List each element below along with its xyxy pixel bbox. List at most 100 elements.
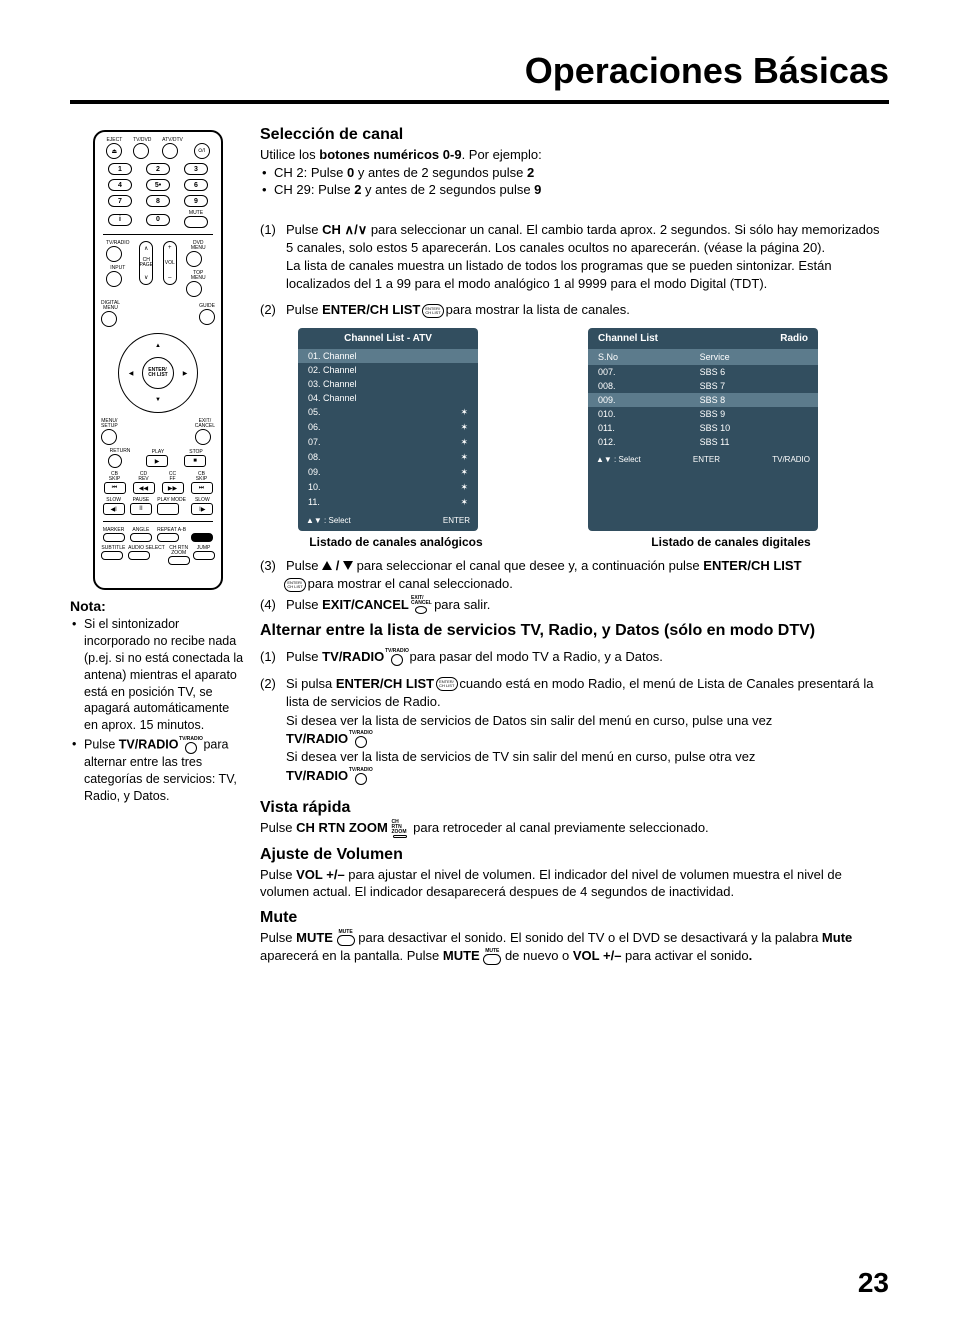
enter-icon: ENTER/CH LIST <box>424 302 442 320</box>
jump-button <box>193 551 215 560</box>
label-topmenu: TOP MENU <box>186 271 210 281</box>
step-2: (2) Pulse ENTER/CH LIST ENTER/CH LIST pa… <box>260 301 889 320</box>
osd-captions: Listado de canales analógicos Listado de… <box>296 535 889 549</box>
num-6: 6 <box>184 179 208 191</box>
ch-up-icon: ∧ <box>345 222 355 237</box>
label-eject: EJECT <box>106 138 122 143</box>
topmenu-button <box>186 281 202 297</box>
eject-button: ⏏ <box>106 143 122 159</box>
play-button: ▶ <box>146 455 168 467</box>
up-icon <box>322 561 332 570</box>
nav-down: ▼ <box>150 392 166 408</box>
mute-button <box>184 216 208 228</box>
example-list: CH 2: Pulse 0 y antes de 2 segundos puls… <box>260 164 889 199</box>
table-row: 007.SBS 6 <box>588 365 818 379</box>
slow-fwd-button: I▶ <box>191 503 213 515</box>
nota-list: Si el sintonizador incorporado no recibe… <box>70 616 246 805</box>
label-tvdvd: TV/DVD <box>133 138 151 143</box>
table-row: 08.✶ <box>298 450 478 465</box>
table-row: 03. Channel <box>298 377 478 391</box>
volumen-para: Pulse VOL +/– para ajustar el nivel de v… <box>260 866 889 901</box>
power-button: ⭘/I <box>194 143 210 159</box>
marker-button <box>103 533 125 542</box>
num-3: 3 <box>184 163 208 175</box>
down-icon <box>343 561 353 570</box>
left-column: EJECT⏏ TV/DVD ATV/DTV ⭘/I 123 45•6 789 i… <box>70 126 260 966</box>
ch-down-icon: ∨ <box>358 222 371 237</box>
vista-para: Pulse CH RTN ZOOM CH RTNZOOM para retroc… <box>260 819 889 838</box>
enter-chlist-button: ENTER/ CH LIST <box>142 357 174 389</box>
tvradio-button <box>106 246 122 262</box>
num-0: 0 <box>146 214 170 226</box>
nota-item-1: Si el sintonizador incorporado no recibe… <box>70 616 246 734</box>
table-row: 10.✶ <box>298 480 478 495</box>
heading-mute: Mute <box>260 909 889 927</box>
label-menu: MENU/ SETUP <box>101 419 118 429</box>
table-row: 012.SBS 11 <box>588 435 818 449</box>
label-return: RETURN <box>108 449 132 454</box>
repeat-button <box>157 533 179 542</box>
num-2: 2 <box>146 163 170 175</box>
table-row: 02. Channel <box>298 363 478 377</box>
digitalmenu-button <box>101 311 117 327</box>
info-button: i <box>108 214 132 226</box>
example-1: CH 2: Pulse 0 y antes de 2 segundos puls… <box>260 164 889 182</box>
page: Operaciones Básicas EJECT⏏ TV/DVD ATV/DT… <box>0 0 954 1335</box>
input-button <box>106 271 122 287</box>
ff-button: ▶▶ <box>162 482 184 494</box>
caption-analog: Listado de canales analógicos <box>296 535 496 549</box>
enter-icon: ENTER/CH LIST <box>286 576 304 594</box>
num-1: 1 <box>108 163 132 175</box>
nav-up: ▲ <box>150 338 166 354</box>
chrtn-icon: CH RTNZOOM <box>391 820 409 838</box>
nav-left: ◀ <box>123 365 139 381</box>
osd-digital-table: S.NoService 007.SBS 6 008.SBS 7 009.SBS … <box>588 349 818 449</box>
page-number: 23 <box>858 1267 889 1299</box>
ch-page-rocker: ∧CH PAGE∨ <box>139 241 153 285</box>
alt-step-1: (1) Pulse TV/RADIO TV/RADIO para pasar d… <box>260 648 889 667</box>
table-row: 010.SBS 9 <box>588 407 818 421</box>
step-3: (3) Pulse / para seleccionar el canal qu… <box>260 557 889 594</box>
tvradio-icon: TV/RADIO <box>352 767 370 785</box>
label-digitalmenu: DIGITAL MENU <box>101 301 120 311</box>
num-8: 8 <box>146 195 170 207</box>
osd-analog: Channel List - ATV 01. Channel 02. Chann… <box>298 328 478 531</box>
num-7: 7 <box>108 195 132 207</box>
heading-vista: Vista rápida <box>260 799 889 817</box>
osd-row: Channel List - ATV 01. Channel 02. Chann… <box>298 328 889 531</box>
angle-button <box>130 533 152 542</box>
label-atvdtv: ATV/DTV <box>162 138 183 143</box>
osd-digital: Channel List Radio S.NoService 007.SBS 6… <box>588 328 818 531</box>
menu-button <box>101 429 117 445</box>
rev-button: ◀◀ <box>133 482 155 494</box>
table-row: 07.✶ <box>298 435 478 450</box>
blank-button <box>191 533 213 542</box>
table-row: 009.SBS 8 <box>588 393 818 407</box>
return-button <box>108 454 122 468</box>
slow-rev-button: ◀I <box>103 503 125 515</box>
mute-para: Pulse MUTE MUTE para desactivar el sonid… <box>260 929 889 966</box>
nota-heading: Nota: <box>70 598 246 614</box>
remote-illustration: EJECT⏏ TV/DVD ATV/DTV ⭘/I 123 45•6 789 i… <box>93 130 223 590</box>
chrtn-button <box>168 556 190 565</box>
table-row: 01. Channel <box>298 349 478 363</box>
mute-icon: MUTE <box>483 948 501 966</box>
columns: EJECT⏏ TV/DVD ATV/DTV ⭘/I 123 45•6 789 i… <box>70 126 889 966</box>
label-tvradio: TV/RADIO <box>106 241 130 246</box>
label-dvdmenu: DVD MENU <box>186 241 210 251</box>
stop-button: ■ <box>184 455 206 467</box>
exit-icon: EXIT/CANCEL <box>412 596 430 614</box>
osd-analog-table: 01. Channel 02. Channel 03. Channel 04. … <box>298 349 478 510</box>
page-title: Operaciones Básicas <box>70 50 889 104</box>
table-row: 06.✶ <box>298 420 478 435</box>
label-guide: GUIDE <box>199 304 215 309</box>
tvdvd-button <box>133 143 149 159</box>
pause-button: II <box>130 503 152 515</box>
playmode-button <box>157 503 179 515</box>
guide-button <box>199 309 215 325</box>
label-input: INPUT <box>106 266 130 271</box>
heading-volumen: Ajuste de Volumen <box>260 846 889 864</box>
skip-next-button: ⏭ <box>191 482 213 494</box>
osd-digital-title: Channel List Radio <box>588 328 818 349</box>
vol-rocker: +VOL– <box>163 241 177 285</box>
